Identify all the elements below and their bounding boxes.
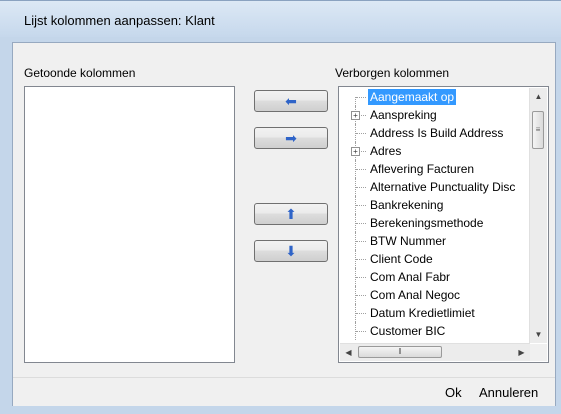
hidden-columns-label: Verborgen kolommen [335, 66, 450, 80]
vertical-scroll-thumb[interactable]: ≡ [532, 111, 544, 149]
arrow-up-icon: ⬆ [285, 206, 297, 222]
tree-connector [356, 187, 366, 188]
tree-item-label: Bankrekening [370, 198, 444, 212]
tree-item[interactable]: + Aanspreking [340, 106, 530, 124]
scroll-down-icon[interactable]: ▼ [530, 326, 547, 343]
window-title: Lijst kolommen aanpassen: Klant [24, 13, 215, 28]
tree-item[interactable]: Customer BIC [340, 322, 530, 340]
tree-connector [356, 241, 366, 242]
tree-connector [356, 133, 366, 134]
expand-icon[interactable]: + [351, 147, 360, 156]
tree-connector [356, 331, 366, 332]
tree-connector [356, 169, 366, 170]
tree-item-label: Aanspreking [370, 108, 437, 122]
shown-columns-list[interactable] [24, 86, 235, 363]
tree-item[interactable]: BTW Nummer [340, 232, 530, 250]
tree-item-label: Alternative Punctuality Disc [370, 180, 516, 194]
scroll-up-icon[interactable]: ▲ [530, 88, 547, 105]
title-bar[interactable]: Lijst kolommen aanpassen: Klant [0, 1, 561, 37]
tree-connector [356, 97, 366, 98]
shown-columns-label: Getoonde kolommen [24, 66, 136, 80]
tree-connector [356, 223, 366, 224]
arrow-left-icon: ⬅ [285, 93, 297, 109]
vertical-scrollbar[interactable]: ▲ ≡ ▼ [529, 88, 547, 343]
tree-item[interactable]: Com Anal Fabr [340, 268, 530, 286]
tree-item[interactable]: + Adres [340, 142, 530, 160]
tree-connector [356, 205, 366, 206]
horizontal-scroll-thumb[interactable]: ‖ [358, 346, 442, 358]
scroll-right-icon[interactable]: ▶ [513, 344, 530, 361]
tree-item-label: Com Anal Negoc [370, 288, 461, 302]
tree-connector [356, 313, 366, 314]
scroll-left-icon[interactable]: ◀ [340, 344, 357, 361]
hidden-columns-tree-items: Aangemaakt op + Aanspreking Address Is Buil… [340, 88, 530, 343]
arrow-right-icon: ➡ [285, 130, 297, 146]
cancel-button[interactable]: Annuleren [479, 385, 538, 400]
tree-item-label: Berekeningsmethode [370, 216, 484, 230]
horizontal-scrollbar[interactable]: ◀ ‖ ▶ [340, 343, 530, 361]
dialog-footer: Ok Annuleren [13, 377, 555, 406]
tree-connector [356, 295, 366, 296]
tree-item-label: Datum Kredietlimiet [370, 306, 475, 320]
scrollbar-corner [530, 344, 547, 361]
tree-item-label: Customer BIC [370, 324, 446, 338]
tree-connector [356, 277, 366, 278]
hidden-columns-tree[interactable]: Aangemaakt op + Aanspreking Address Is Buil… [338, 86, 549, 363]
tree-item[interactable]: Aangemaakt op [340, 88, 530, 106]
dialog-client-area: Getoonde kolommen Verborgen kolommen ⬅ ➡… [12, 42, 556, 406]
tree-item[interactable]: Address Is Build Address [340, 124, 530, 142]
tree-item[interactable]: Datum Kredietlimiet [340, 304, 530, 322]
tree-connector [356, 259, 366, 260]
move-down-button[interactable]: ⬇ [254, 240, 328, 262]
tree-item-label: Address Is Build Address [370, 126, 504, 140]
move-up-button[interactable]: ⬆ [254, 203, 328, 225]
tree-item-label: BTW Nummer [370, 234, 446, 248]
tree-item-label: Aflevering Facturen [370, 162, 475, 176]
tree-item-label: Aangemaakt op [368, 89, 457, 105]
tree-item-label: Com Anal Fabr [370, 270, 451, 284]
tree-item[interactable]: Berekeningsmethode [340, 214, 530, 232]
move-right-button[interactable]: ➡ [254, 127, 328, 149]
arrow-down-icon: ⬇ [285, 243, 297, 259]
tree-connector [355, 97, 356, 106]
tree-item[interactable]: Com Anal Negoc [340, 286, 530, 304]
tree-item[interactable]: Bankrekening [340, 196, 530, 214]
tree-item[interactable]: Alternative Punctuality Disc [340, 178, 530, 196]
tree-item-label: Adres [370, 144, 402, 158]
move-left-button[interactable]: ⬅ [254, 90, 328, 112]
tree-item[interactable]: Client Code [340, 250, 530, 268]
expand-icon[interactable]: + [351, 111, 360, 120]
dialog-window: Lijst kolommen aanpassen: Klant Getoonde… [0, 0, 561, 414]
tree-item-label: Client Code [370, 252, 433, 266]
tree-item[interactable]: Aflevering Facturen [340, 160, 530, 178]
ok-button[interactable]: Ok [445, 385, 462, 400]
